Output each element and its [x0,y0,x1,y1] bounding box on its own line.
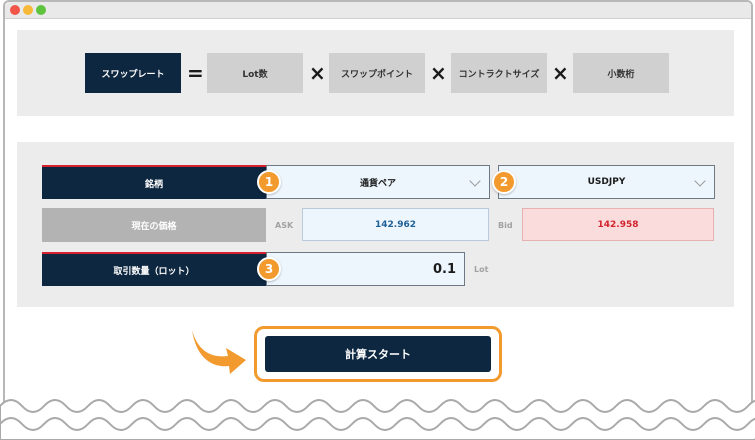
bid-label: Bid [498,221,513,230]
formula-term-decimal: 小数桁 [573,53,669,93]
multiply-sign-2: × [430,61,447,85]
step-badge-3: 3 [257,257,281,281]
formula-term-lot: Lot数 [207,53,303,93]
formula-panel: スワップレート = Lot数 × スワップポイント × コントラクトサイズ × … [17,30,734,116]
title-bar [5,2,751,19]
step-badge-2: 2 [492,170,516,194]
formula-term-contract-size: コントラクトサイズ [451,53,547,93]
multiply-sign-3: × [552,61,569,85]
current-price-label: 現在の価格 [42,208,266,242]
lot-quantity-label: 取引数量（ロット） [42,252,266,286]
equals-sign: = [187,61,204,85]
calculate-start-button[interactable]: 計算スタート [265,336,491,372]
torn-edge-decoration [0,399,755,440]
formula-term-swap-point: スワップポイント [329,53,425,93]
minimize-dot-icon[interactable] [23,5,33,15]
maximize-dot-icon[interactable] [36,5,46,15]
bid-price-display: 142.958 [522,208,714,241]
currency-pair-select[interactable]: USDJPY [498,165,715,199]
currency-type-select[interactable]: 通貨ペア [266,165,490,199]
formula-result-label: スワップレート [85,53,181,93]
chevron-down-icon [469,175,481,187]
close-dot-icon[interactable] [10,5,20,15]
currency-pair-value: USDJPY [587,177,626,187]
ask-price-display: 142.962 [302,208,489,241]
symbol-label: 銘柄 [42,165,266,199]
lot-unit-label: Lot [474,265,489,274]
ask-label: ASK [275,221,294,230]
multiply-sign-1: × [309,61,326,85]
pointer-arrow-icon [192,330,246,374]
calculator-panel: 銘柄 通貨ペア 1 USDJPY 2 現在の価格 ASK 142.962 Bid… [17,142,734,307]
start-button-highlight: 計算スタート [254,326,502,382]
chevron-down-icon [694,175,706,187]
step-badge-1: 1 [257,170,281,194]
currency-type-value: 通貨ペア [359,178,396,189]
lot-quantity-input[interactable]: 0.1 [266,252,465,286]
